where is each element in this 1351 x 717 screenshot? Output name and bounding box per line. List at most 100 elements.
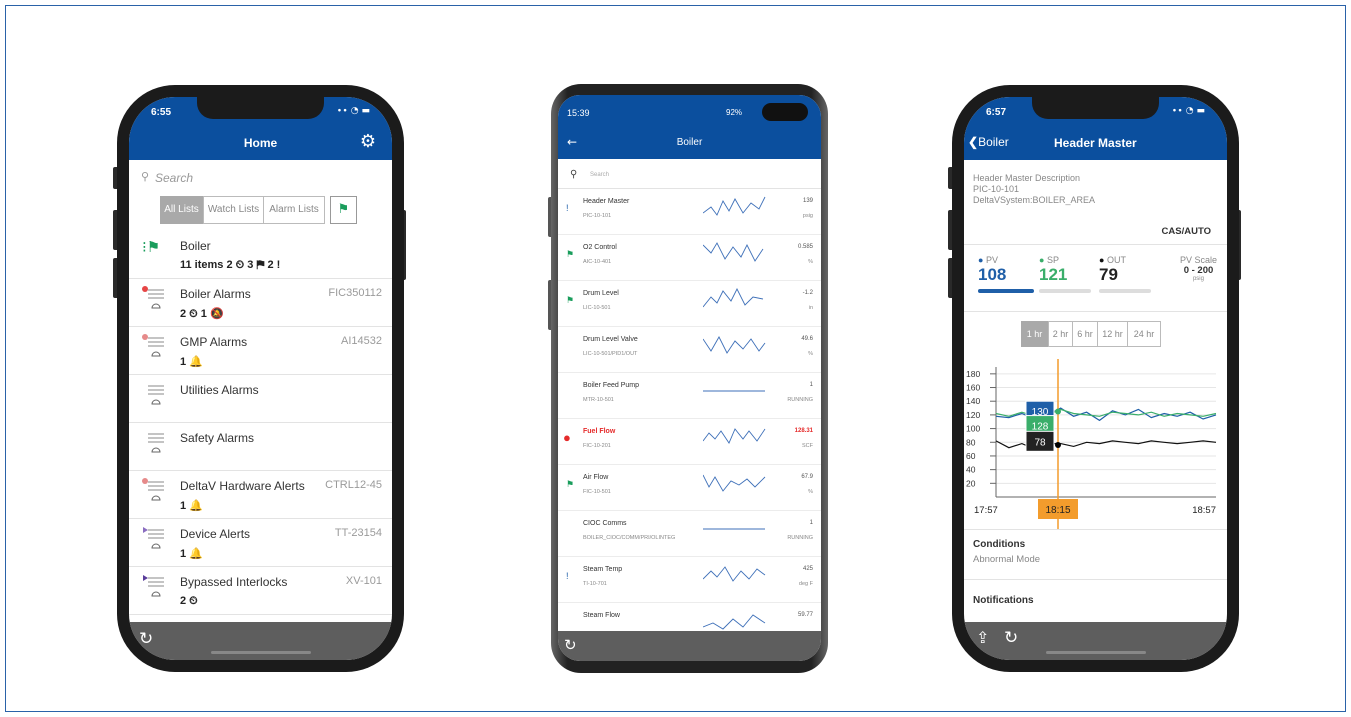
range-6hr[interactable]: 6 hr [1073, 321, 1098, 347]
bottom-toolbar: ⇪ ↻ [964, 622, 1227, 660]
tab-all-lists[interactable]: All Lists [160, 196, 203, 224]
tab-alarm-lists[interactable]: Alarm Lists [264, 196, 325, 224]
list-item[interactable]: GMP Alarms AI14532 1 🔔 [129, 327, 392, 375]
parameter-value: 425 [802, 566, 813, 572]
out-label: OUT [1106, 255, 1126, 265]
alarm-list-icon [142, 286, 166, 310]
x-tick-label: 17:57 [974, 505, 998, 516]
notch [1032, 97, 1159, 119]
back-button[interactable]: ❮Boiler [968, 135, 1009, 149]
search-placeholder: Search [590, 172, 610, 178]
list-item[interactable]: Device Alerts TT-23154 1 🔔 [129, 519, 392, 567]
parameter-unit: SCF [802, 443, 813, 449]
y-tick-label: 60 [966, 451, 976, 461]
parameter-value: 67.9 [801, 474, 813, 480]
list-item[interactable]: Boiler Alarms FIC350112 2 ⏲ 1 🔕 [129, 279, 392, 327]
parameter-value: 49.6 [801, 336, 813, 342]
parameter-value: 0.585 [797, 244, 813, 250]
refresh-icon[interactable]: ↻ [139, 629, 153, 649]
parameter-tag: TI-10-701 [583, 581, 607, 587]
parameter-tag: LIC-10-501/PID1/OUT [583, 351, 638, 357]
pv-scale-value: 0 - 200 [1183, 265, 1214, 276]
sparkline [703, 336, 766, 354]
parameter-tag: AIC-10-401 [583, 259, 612, 265]
range-2hr[interactable]: 2 hr [1048, 321, 1073, 347]
y-tick-label: 40 [966, 465, 976, 475]
page-title: Home [243, 136, 278, 150]
parameter-tag: PIC-10-101 [583, 213, 612, 219]
parameter-row[interactable]: ! Steam Temp TI-10-701 425 deg F [558, 557, 821, 603]
tab-watch-lists[interactable]: Watch Lists [203, 196, 264, 224]
search-icon: ⚲ [570, 169, 578, 180]
share-icon[interactable]: ⇪ [976, 628, 989, 647]
list-item[interactable]: ⁝⚑ Boiler 11 items 2 ⏲ 3 ⚑ 2 ! [129, 231, 392, 279]
list-item[interactable]: Bypassed Interlocks XV-101 2 ⏲ [129, 567, 392, 615]
sparkline [703, 242, 764, 262]
flag-filter-button[interactable]: ⚑ [330, 196, 357, 224]
list-counts: 2 ⏲ 1 🔕 [180, 308, 224, 320]
sparkline [703, 390, 765, 392]
list-tag: XV-101 [345, 575, 382, 587]
parameter-tag: MTR-10-501 [583, 397, 614, 403]
parameter-value: -1.2 [802, 290, 813, 296]
refresh-icon[interactable]: ↻ [1004, 628, 1018, 648]
parameter-name: Fuel Flow [583, 428, 616, 435]
parameter-row[interactable]: ! Header Master PIC-10-101 139 psig [558, 189, 821, 235]
back-label: Boiler [978, 135, 1009, 149]
list-counts: 1 🔔 [180, 500, 203, 512]
list-name: Bypassed Interlocks [180, 575, 288, 589]
search-bar[interactable]: ⚲ Search [139, 168, 382, 188]
exclamation-icon: ! [566, 571, 569, 581]
alarm-list-icon [142, 478, 166, 502]
sparkline [703, 566, 766, 582]
list-tag: AI14532 [341, 335, 382, 347]
area: DeltaVSystem:BOILER_AREA [973, 195, 1096, 205]
search-placeholder: Search [155, 171, 194, 185]
parameter-row[interactable]: ⚑ Air Flow FIC-10-501 67.9 % [558, 465, 821, 511]
range-12hr[interactable]: 12 hr [1098, 321, 1128, 347]
sparkline [703, 528, 765, 530]
list-item[interactable]: DeltaV Hardware Alerts CTRL12-45 1 🔔 [129, 471, 392, 519]
alarm-list-icon [142, 334, 166, 358]
list-name: Safety Alarms [180, 431, 255, 445]
camera-cutout [762, 103, 808, 121]
range-1hr[interactable]: 1 hr [1021, 321, 1048, 347]
parameter-name: Air Flow [583, 474, 609, 481]
parameter-row[interactable]: ● Fuel Flow FIC-10-201 128.31 SCF [558, 419, 821, 465]
list-tag: FIC350112 [328, 287, 382, 299]
settings-gear-icon[interactable]: ⚙ [360, 131, 376, 152]
alarm-list-icon [142, 526, 166, 550]
parameter-row[interactable]: ⚑ O2 Control AIC-10-401 0.585 % [558, 235, 821, 281]
list-item[interactable]: Safety Alarms [129, 423, 392, 471]
parameter-row[interactable]: CIOC Comms BOILER_CIOC/COMM/PRI/OLINTEG … [558, 511, 821, 557]
parameter-unit: deg F [798, 581, 813, 587]
notifications-title[interactable]: Notifications [973, 595, 1034, 606]
pv-value: 108 [978, 265, 1007, 284]
sp-label: SP [1046, 255, 1059, 265]
list-name: Device Alerts [180, 527, 251, 541]
range-24hr[interactable]: 24 hr [1128, 321, 1161, 347]
list-name: DeltaV Hardware Alerts [180, 479, 305, 493]
pv-block: ● PV 108 [978, 255, 1044, 293]
parameter-row[interactable]: ⚑ Drum Level LIC-10-501 -1.2 in [558, 281, 821, 327]
parameter-row[interactable]: Boiler Feed Pump MTR-10-501 1 RUNNING [558, 373, 821, 419]
list-item[interactable]: Utilities Alarms [129, 375, 392, 423]
trend-chart[interactable]: 204060801001201401601801301287817:57 18:5… [964, 359, 1227, 529]
parameter-row[interactable]: Drum Level Valve LIC-10-501/PID1/OUT 49.… [558, 327, 821, 373]
cursor-time-label: 18:15 [1045, 505, 1070, 516]
parameter-name: Boiler Feed Pump [583, 382, 640, 389]
cursor-point-sp [1055, 408, 1061, 415]
alarm-list-icon [142, 430, 166, 454]
conditions-title: Conditions [973, 539, 1026, 550]
conditions-section[interactable]: Conditions Abnormal Mode [973, 539, 1040, 565]
search-bar[interactable]: ⚲ Search [568, 169, 811, 185]
sparkline [703, 196, 766, 216]
out-dot: ● [1099, 255, 1105, 265]
sparkline [703, 614, 766, 630]
sparkline [703, 428, 766, 444]
tag: PIC-10-101 [973, 184, 1020, 194]
page-title: Header Master [1054, 136, 1137, 150]
parameter-name: Steam Flow [583, 612, 620, 619]
pv-scale-block: PV Scale 0 - 200 psig [1180, 255, 1217, 282]
refresh-icon[interactable]: ↻ [564, 636, 577, 654]
